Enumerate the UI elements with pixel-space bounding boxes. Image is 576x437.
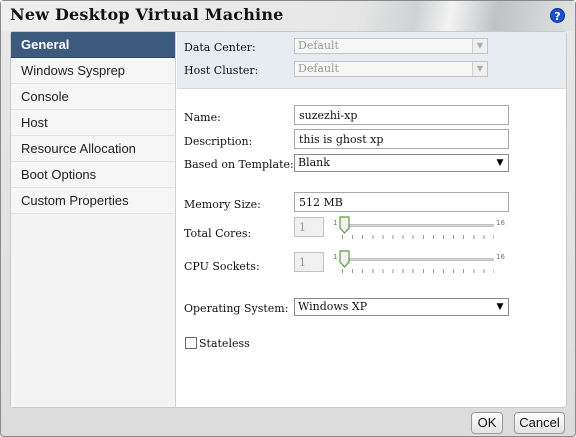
cpu-sockets-slider[interactable]: 1 16 — [333, 250, 505, 281]
name-label: Name: — [184, 111, 221, 124]
slider-min-label: 1 — [333, 219, 338, 227]
os-select[interactable]: Windows XP ▼ — [294, 298, 509, 316]
slider-thumb-icon[interactable] — [339, 216, 350, 234]
stateless-checkbox[interactable] — [185, 337, 197, 349]
os-label: Operating System: — [184, 302, 289, 315]
host-cluster-select: Default ▼ — [294, 61, 488, 77]
description-field[interactable] — [294, 129, 509, 149]
slider-min-label: 1 — [333, 253, 338, 261]
total-cores-field — [294, 217, 324, 237]
dialog-title: New Desktop Virtual Machine — [10, 5, 284, 24]
cpu-sockets-field — [294, 252, 324, 272]
sidebar-item-boot-options[interactable]: Boot Options — [11, 162, 175, 188]
memory-field[interactable] — [294, 192, 509, 212]
new-vm-dialog: New Desktop Virtual Machine ? General Wi… — [0, 0, 576, 437]
sidebar-item-host[interactable]: Host — [11, 110, 175, 136]
data-center-label: Data Center: — [184, 41, 256, 54]
cancel-button[interactable]: Cancel — [514, 412, 565, 434]
total-cores-slider[interactable]: 1 16 — [333, 216, 505, 247]
host-cluster-label: Host Cluster: — [184, 64, 259, 77]
title-bar[interactable]: New Desktop Virtual Machine ? — [1, 1, 575, 31]
slider-track — [342, 258, 494, 261]
sidebar-item-resource-allocation[interactable]: Resource Allocation — [11, 136, 175, 162]
template-label: Based on Template: — [184, 158, 294, 171]
template-select[interactable]: Blank ▼ — [294, 154, 509, 172]
data-center-value: Default — [298, 39, 339, 52]
cluster-section: Data Center: Default ▼ Host Cluster: Def… — [177, 32, 566, 89]
stateless-label: Stateless — [199, 337, 250, 350]
ok-button[interactable]: OK — [471, 412, 503, 434]
data-center-select: Default ▼ — [294, 38, 488, 54]
sidebar-item-windows-sysprep[interactable]: Windows Sysprep — [11, 58, 175, 84]
sidebar: General Windows Sysprep Console Host Res… — [11, 32, 176, 407]
slider-ticks — [342, 269, 494, 273]
chevron-down-icon: ▼ — [472, 62, 487, 76]
slider-track — [342, 224, 494, 227]
dialog-body: General Windows Sysprep Console Host Res… — [10, 31, 567, 408]
sidebar-item-console[interactable]: Console — [11, 84, 175, 110]
description-label: Description: — [184, 135, 253, 148]
chevron-down-icon: ▼ — [493, 300, 507, 314]
slider-max-label: 16 — [496, 219, 505, 227]
chevron-down-icon: ▼ — [493, 156, 507, 170]
sidebar-item-custom-properties[interactable]: Custom Properties — [11, 188, 175, 214]
total-cores-label: Total Cores: — [184, 227, 252, 240]
host-cluster-value: Default — [298, 62, 339, 75]
memory-label: Memory Size: — [184, 198, 261, 211]
slider-max-label: 16 — [496, 253, 505, 261]
sidebar-item-general[interactable]: General — [11, 32, 175, 58]
os-value: Windows XP — [298, 300, 368, 313]
template-value: Blank — [298, 156, 330, 169]
cpu-sockets-label: CPU Sockets: — [184, 260, 260, 273]
slider-thumb-icon[interactable] — [339, 250, 350, 268]
name-field[interactable] — [294, 105, 509, 125]
chevron-down-icon: ▼ — [472, 39, 487, 53]
question-icon[interactable]: ? — [550, 8, 565, 23]
slider-ticks — [342, 235, 494, 239]
